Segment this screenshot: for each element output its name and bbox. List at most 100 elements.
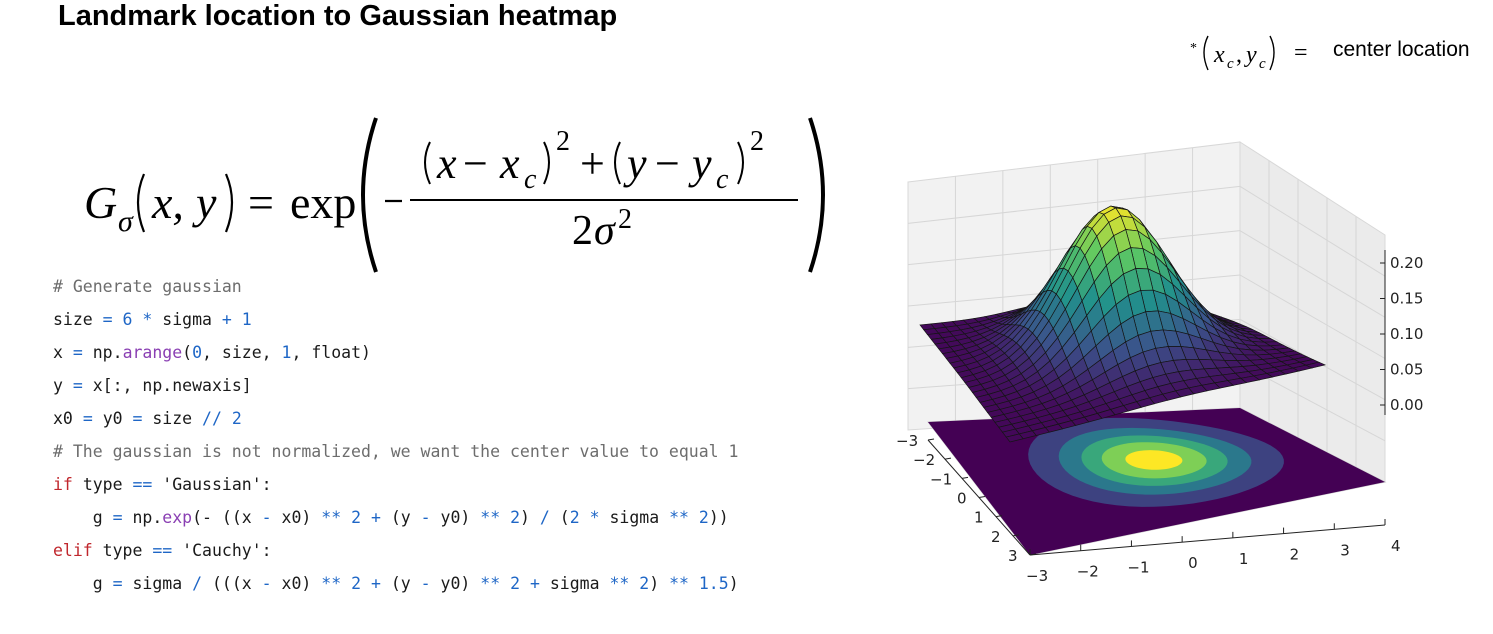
code-token: g [53,574,113,593]
slide-title: Landmark location to Gaussian heatmap [58,0,618,32]
code-token: 2 [510,508,521,527]
note-ysub: c [1259,56,1266,72]
code-token: sigma [609,508,670,527]
code-token: 2 [351,574,371,593]
note-star: * [1190,41,1197,56]
code-token: 1.5 [698,574,729,593]
code-token: + [529,574,550,593]
code-line-9: elif type == 'Cauchy': [53,540,272,562]
code-token: == [152,541,183,560]
code-token: - [420,574,441,593]
code-token: ( [182,343,193,362]
formula-big-open-paren [361,117,378,273]
svg-text:y: y [623,139,647,188]
svg-text:2: 2 [618,204,632,235]
code-token: = [112,574,133,593]
code-token: * [589,508,610,527]
code-token: (- ((x [192,508,262,527]
y-tick-label: −1 [930,470,952,488]
code-token: elif [53,541,103,560]
code-token: ** [321,508,352,527]
svg-text:−: − [463,139,488,188]
z-tick-label: 0.20 [1390,254,1423,272]
y-tick-label: 3 [1008,547,1018,565]
code-token: 2 [510,574,530,593]
note-y: y [1244,42,1257,68]
code-token: - [261,574,282,593]
code-token: 2 [639,574,650,593]
code-token: if [53,475,83,494]
code-line-1: # Generate gaussian [53,277,242,296]
code-token: 0 [192,343,203,362]
z-tick-label: 0.10 [1390,325,1423,343]
code-line-5: x0 = y0 = size // 2 [53,408,242,430]
code-token: ) [649,574,670,593]
note-xsub: c [1227,56,1234,72]
code-token: sigma [162,310,222,329]
code-token: ) [520,508,540,527]
formula-big-close-paren [808,117,825,273]
code-token: g [53,508,113,527]
x-tick-label: −2 [1077,563,1099,581]
code-token: x0 [53,409,83,428]
code-token: = [72,376,93,395]
code-line-3: x = np.arange(0, size, 1, float) [53,342,371,364]
code-token: size [53,310,103,329]
code-token: = [102,310,123,329]
y-tick-label: 0 [957,490,967,508]
code-token: type [102,541,153,560]
code-token: y0) [440,508,481,527]
code-token: ** [321,574,352,593]
gaussian-3d-surface-plot: 0.200.150.100.050.00 −3−2−10123 −3 −2 −1 0 1… [896,141,1423,585]
code-token: exp [162,508,193,527]
y-tick-label: −3 [896,432,918,450]
code-token: = [112,508,133,527]
code-token: y0 [102,409,133,428]
code-token: 1 [281,343,292,362]
code-line-10: g = sigma / (((x - x0) ** 2 + (y - y0) *… [53,573,739,595]
code-token: 2 [231,409,242,428]
code-token: + [370,508,391,527]
x-tick-label: 2 [1290,546,1300,564]
svg-text:c: c [524,164,537,195]
code-token: 1 [241,310,252,329]
code-line-4: y = x[:, np.newaxis] [53,375,252,397]
code-token: ** [480,574,511,593]
note-equals: = [1294,40,1308,66]
code-token: (y [390,574,421,593]
code-token: np. [132,508,163,527]
code-token: - [420,508,441,527]
y-tick [927,438,935,441]
code-token: ** [480,508,511,527]
y-tick [978,496,986,498]
formula-equals: = [248,177,274,228]
code-token: = [82,409,103,428]
gaussian-formula: G σ x, y = exp x − x c 2 + y − y c 2 2 σ… [84,117,825,273]
code-token: ** [669,508,699,527]
code-token: 2 [569,508,590,527]
svg-text:σ: σ [594,208,617,254]
code-token: 'Cauchy' [182,541,262,560]
code-token: : [261,541,272,560]
code-token: x0) [281,574,322,593]
code-token: , float) [291,343,371,362]
code-token: 'Gaussian' [162,475,262,494]
y-tick [944,457,952,460]
svg-text:x: x [436,139,457,188]
code-token: x0) [281,508,322,527]
code-token: = [132,409,153,428]
x-tick-label: −3 [1026,567,1048,585]
formula-args-open [136,173,146,233]
code-token: 6 [122,310,143,329]
code-token: np. [92,343,123,362]
y-tick-label: −2 [913,451,935,469]
x-tick-label: 1 [1239,550,1249,568]
code-token: + [370,574,391,593]
x-tick-label: 0 [1188,554,1198,572]
code-token: ** [609,574,640,593]
code-token: / [192,574,212,593]
svg-text:2: 2 [572,208,593,254]
code-token: / [539,508,560,527]
svg-text:y: y [688,139,712,188]
code-token: x [53,343,73,362]
